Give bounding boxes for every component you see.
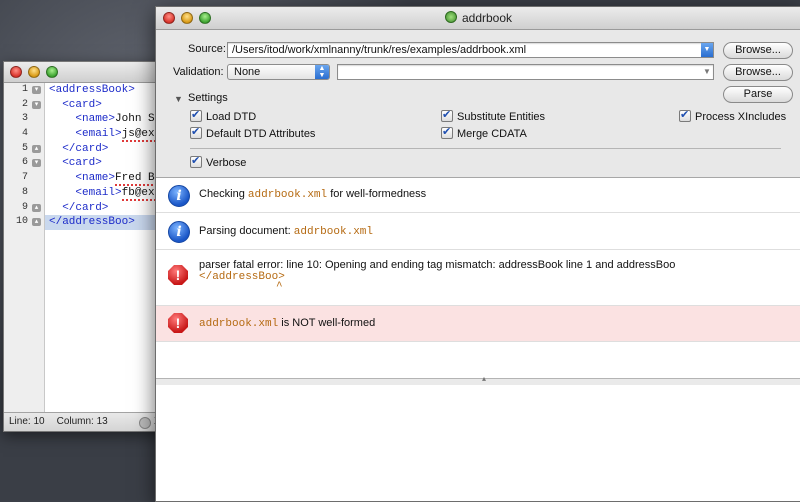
gutter-line: 1 ▾: [4, 83, 44, 98]
gutter-line: 2 ▾: [4, 98, 44, 113]
parse-button[interactable]: Parse: [723, 86, 793, 103]
info-icon: i: [168, 185, 190, 207]
gutter-line: 7: [21, 172, 28, 184]
status-icon[interactable]: [139, 417, 151, 429]
validation-label: Validation:: [173, 66, 224, 78]
gutter-line: 6 ▾: [4, 156, 44, 171]
substitute-entities-checkbox[interactable]: Substitute Entities: [441, 108, 545, 123]
validation-selected: None: [234, 66, 261, 78]
message-text: Checking addrbook.xml for well-formednes…: [199, 188, 427, 201]
close-button[interactable]: [10, 66, 22, 78]
fold-icon[interactable]: ▾: [32, 86, 41, 94]
column-indicator: Column: 13: [56, 416, 108, 427]
editor-titlebar[interactable]: [4, 62, 179, 83]
checkbox-checked-icon: [679, 108, 691, 122]
gutter-line: 4: [21, 128, 28, 140]
load-dtd-checkbox[interactable]: Load DTD: [190, 108, 256, 123]
fold-icon[interactable]: ▴: [32, 218, 41, 227]
message-code: </addressBoo>: [199, 271, 285, 283]
list-item[interactable]: ! addrbook.xml is NOT well-formed: [156, 306, 800, 342]
info-icon: i: [168, 221, 190, 243]
source-label: Source:: [188, 43, 226, 55]
line-indicator: Line: 10: [9, 416, 45, 427]
disclosure-triangle-icon[interactable]: ▼: [174, 94, 183, 104]
document-icon: [444, 11, 457, 23]
detail-pane[interactable]: [156, 385, 800, 501]
source-value: /Users/itod/work/xmlnanny/trunk/res/exam…: [232, 44, 527, 56]
list-item[interactable]: i Checking addrbook.xml for well-formedn…: [156, 178, 800, 213]
process-xincludes-checkbox[interactable]: Process XIncludes: [679, 108, 786, 123]
editor-status-bar: Line: 10Column: 13 X: [4, 412, 179, 431]
validation-select[interactable]: None ▲ ▼: [227, 64, 330, 80]
list-item[interactable]: i Parsing document: addrbook.xml: [156, 213, 800, 250]
fold-icon[interactable]: ▾: [32, 100, 41, 109]
error-caret: ^: [276, 281, 283, 293]
gutter-line: 5 ▴: [4, 142, 44, 157]
verbose-checkbox[interactable]: Verbose: [190, 154, 246, 169]
checkbox-checked-icon: [441, 108, 453, 122]
source-combo[interactable]: /Users/itod/work/xmlnanny/trunk/res/exam…: [227, 42, 714, 58]
main-titlebar[interactable]: addrbook: [156, 7, 800, 30]
source-browse-button[interactable]: Browse...: [723, 42, 793, 59]
fold-icon[interactable]: ▴: [32, 144, 41, 153]
updown-arrows-icon: ▲ ▼: [315, 65, 329, 79]
message-text: parser fatal error: line 10: Opening and…: [199, 259, 676, 271]
list-item[interactable]: ! parser fatal error: line 10: Opening a…: [156, 250, 800, 306]
line-number-gutter: 1 ▾ 2 ▾ 3 4 5 ▴ 6 ▾ 7 8 9 ▴ 10 ▴: [4, 83, 45, 413]
separator: [190, 148, 781, 149]
chevron-down-icon[interactable]: ▼: [701, 65, 713, 79]
gutter-line: 9 ▴: [4, 201, 44, 216]
fold-icon[interactable]: ▾: [32, 159, 41, 168]
default-dtd-attributes-checkbox[interactable]: Default DTD Attributes: [190, 125, 315, 140]
checkbox-checked-icon: [441, 125, 453, 139]
chevron-down-icon[interactable]: ▼: [701, 43, 713, 57]
minimize-button[interactable]: [28, 66, 40, 78]
checkbox-checked-icon: [190, 154, 202, 168]
validation-browse-button[interactable]: Browse...: [723, 64, 793, 81]
message-text: Parsing document: addrbook.xml: [199, 225, 373, 238]
xml-editor-window[interactable]: 1 ▾ 2 ▾ 3 4 5 ▴ 6 ▾ 7 8 9 ▴ 10 ▴ <addressBook>…: [3, 61, 180, 432]
message-list[interactable]: i Checking addrbook.xml for well-formedn…: [156, 178, 800, 378]
main-window[interactable]: addrbook Source: /Users/itod/work/xmlnan…: [155, 6, 800, 502]
gutter-line: 8: [21, 186, 28, 198]
zoom-button[interactable]: [46, 66, 58, 78]
fold-icon[interactable]: ▴: [32, 203, 41, 212]
validation-field[interactable]: ▼: [337, 64, 714, 80]
gutter-line: 3: [21, 113, 28, 125]
stop-error-icon: !: [168, 265, 188, 285]
settings-label: Settings: [188, 92, 228, 104]
stop-error-icon: !: [168, 313, 188, 333]
drag-handle-icon[interactable]: ▴: [482, 374, 486, 383]
checkbox-checked-icon: [190, 125, 202, 139]
message-text: addrbook.xml is NOT well-formed: [199, 317, 376, 330]
settings-panel: Source: /Users/itod/work/xmlnanny/trunk/…: [156, 30, 800, 178]
gutter-line: 10 ▴: [4, 215, 44, 230]
checkbox-checked-icon: [190, 108, 202, 122]
window-title: addrbook: [156, 11, 800, 25]
merge-cdata-checkbox[interactable]: Merge CDATA: [441, 125, 527, 140]
